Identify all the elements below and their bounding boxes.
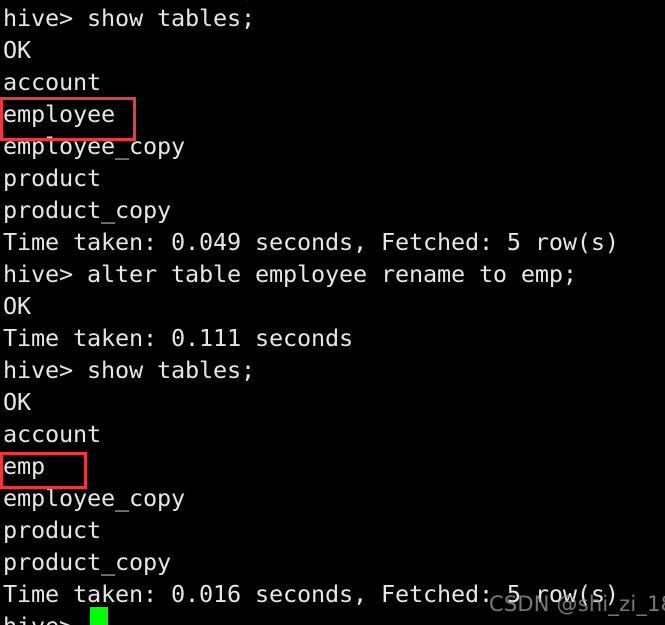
terminal-line: employee_copy xyxy=(3,484,185,512)
terminal-line: account xyxy=(3,68,101,96)
terminal-cursor xyxy=(90,607,108,625)
terminal-line: account xyxy=(3,420,101,448)
csdn-watermark: CSDN @shi_zi_183 xyxy=(489,592,665,616)
terminal-line: Time taken: 0.049 seconds, Fetched: 5 ro… xyxy=(3,228,619,256)
terminal-line: OK xyxy=(3,292,31,320)
terminal-line: employee_copy xyxy=(3,132,185,160)
terminal-line: product xyxy=(3,516,101,544)
terminal-line: product xyxy=(3,164,101,192)
terminal-line-emp: emp xyxy=(3,452,45,480)
terminal-line: product_copy xyxy=(3,196,171,224)
terminal-line-employee: employee xyxy=(3,100,115,128)
terminal-line: Time taken: 0.111 seconds xyxy=(3,324,353,352)
terminal-line: OK xyxy=(3,36,31,64)
terminal-line: hive> alter table employee rename to emp… xyxy=(3,260,577,288)
terminal-prompt-line: hive> xyxy=(3,610,73,625)
terminal-window[interactable]: hive> show tables; hive> show tables; OK… xyxy=(0,0,665,625)
terminal-line: hive> show tables; xyxy=(3,4,255,32)
terminal-line: hive> show tables; xyxy=(3,356,255,384)
terminal-line: OK xyxy=(3,388,31,416)
terminal-line: product_copy xyxy=(3,548,171,576)
